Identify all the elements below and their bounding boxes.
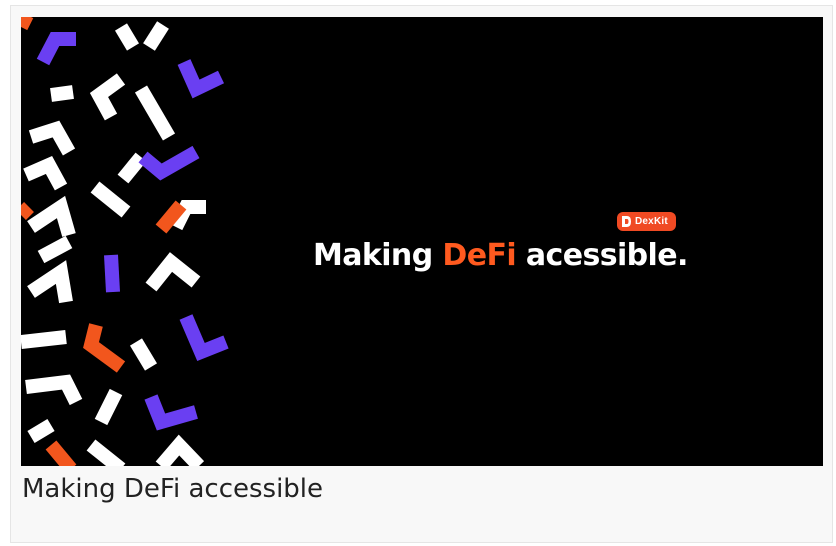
chevron-pattern-graphic — [21, 17, 229, 466]
badge-label: DexKit — [635, 216, 668, 227]
pattern-chevron — [21, 17, 34, 31]
pattern-chevron — [114, 23, 140, 51]
pattern-chevron — [90, 181, 131, 218]
image-caption: Making DeFi accessible — [22, 474, 324, 504]
pattern-chevron — [23, 156, 68, 191]
pattern-chevron — [129, 338, 158, 371]
pattern-chevron — [179, 314, 229, 362]
pattern-chevron — [134, 85, 176, 141]
pattern-chevron — [50, 85, 74, 102]
pattern-chevron — [21, 330, 67, 349]
pattern-chevron — [94, 388, 123, 426]
pattern-chevron — [145, 252, 201, 292]
pattern-chevron — [36, 32, 76, 66]
dexkit-badge: DexKit — [617, 212, 676, 231]
slide-headline: Making DeFi acessible. — [313, 241, 688, 271]
media-card: DexKit Making DeFi acessible. Making DeF… — [10, 5, 833, 543]
dexkit-logo-icon — [622, 216, 631, 227]
pattern-chevron — [25, 374, 83, 406]
pattern-chevron — [27, 260, 73, 304]
pattern-chevron — [138, 145, 200, 181]
headline-text-end: acessible. — [516, 238, 688, 273]
pattern-chevron — [86, 439, 126, 466]
pattern-chevron — [104, 254, 120, 293]
pattern-chevron — [27, 195, 76, 237]
pattern-chevron — [144, 394, 198, 431]
headline-accent: DeFi — [442, 238, 517, 273]
pattern-chevron — [37, 235, 73, 264]
pattern-chevron — [117, 152, 147, 184]
headline-text-start: Making — [313, 238, 443, 273]
pattern-chevron — [45, 440, 77, 466]
pattern-chevron — [177, 59, 225, 99]
pattern-chevron — [89, 73, 126, 121]
pattern-chevron — [155, 434, 205, 466]
pattern-chevron — [143, 21, 169, 51]
pattern-chevron — [21, 202, 34, 220]
slide-image: DexKit Making DeFi acessible. — [21, 17, 823, 466]
pattern-chevron — [28, 120, 76, 156]
pattern-chevron — [83, 323, 126, 373]
pattern-chevron — [27, 418, 55, 444]
